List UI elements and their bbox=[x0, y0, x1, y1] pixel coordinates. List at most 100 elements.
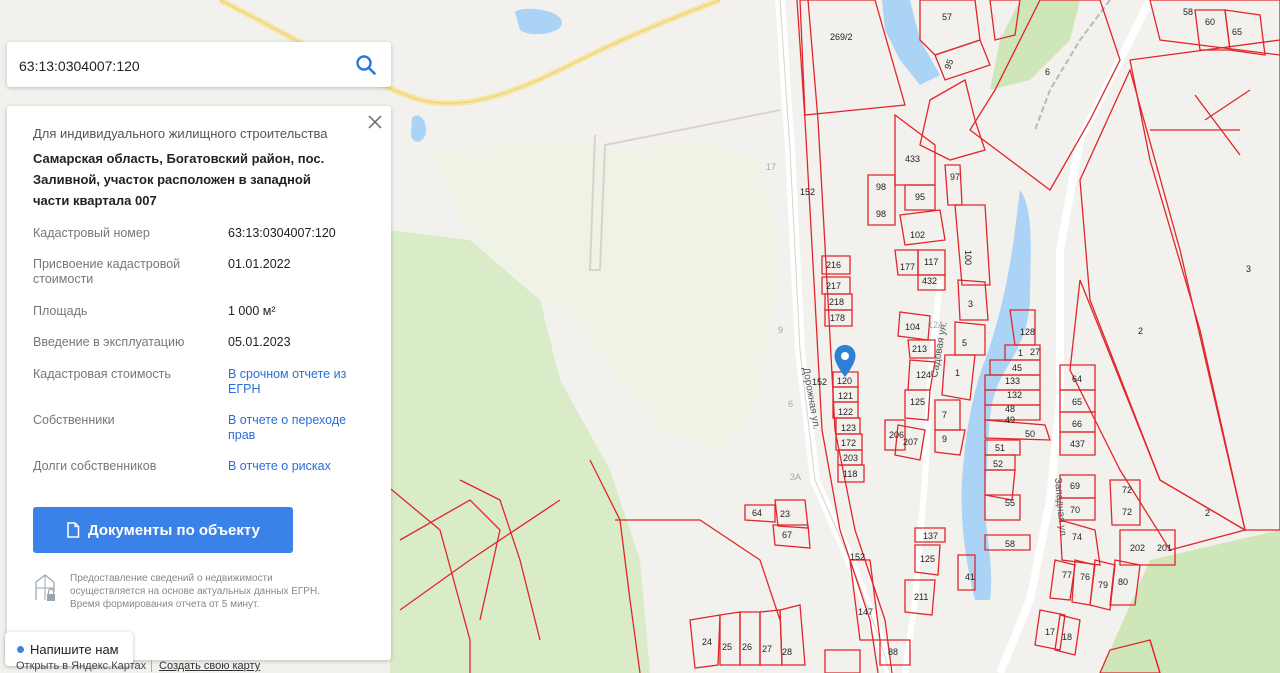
svg-text:64: 64 bbox=[1072, 374, 1082, 384]
chat-button-label: Напишите нам bbox=[30, 641, 119, 657]
svg-text:147: 147 bbox=[858, 607, 873, 617]
svg-text:70: 70 bbox=[1070, 505, 1080, 515]
svg-text:79: 79 bbox=[1098, 580, 1108, 590]
svg-text:177: 177 bbox=[900, 262, 915, 272]
info-label: Площадь bbox=[33, 304, 88, 318]
svg-text:97: 97 bbox=[950, 172, 960, 182]
svg-text:152: 152 bbox=[812, 377, 827, 387]
documents-button-label: Документы по объекту bbox=[88, 521, 260, 539]
svg-text:125: 125 bbox=[920, 554, 935, 564]
svg-text:50: 50 bbox=[1025, 429, 1035, 439]
svg-text:125: 125 bbox=[910, 397, 925, 407]
svg-text:118: 118 bbox=[843, 469, 857, 479]
svg-text:57: 57 bbox=[942, 12, 952, 22]
svg-text:12А: 12А bbox=[928, 320, 944, 330]
svg-text:9: 9 bbox=[942, 434, 947, 444]
svg-text:3: 3 bbox=[968, 299, 973, 309]
svg-text:72: 72 bbox=[1122, 507, 1132, 517]
info-label: Введение в эксплуатацию bbox=[33, 335, 185, 349]
owners-report-link[interactable]: В отчете о переходе прав bbox=[228, 413, 368, 443]
svg-text:17: 17 bbox=[766, 162, 776, 172]
svg-text:1: 1 bbox=[1018, 348, 1023, 358]
svg-text:128: 128 bbox=[1020, 327, 1035, 337]
svg-text:25: 25 bbox=[722, 642, 732, 652]
svg-text:3А: 3А bbox=[790, 472, 801, 482]
svg-text:27: 27 bbox=[1030, 347, 1040, 357]
svg-text:45: 45 bbox=[1012, 363, 1022, 373]
svg-text:123: 123 bbox=[841, 423, 856, 433]
info-label: Присвоение кадастровой стоимости bbox=[33, 257, 181, 286]
svg-text:3: 3 bbox=[1246, 264, 1251, 274]
create-map-link[interactable]: Создать свою карту bbox=[159, 660, 260, 672]
svg-text:5: 5 bbox=[962, 338, 967, 348]
svg-text:72: 72 bbox=[1122, 485, 1132, 495]
svg-text:152: 152 bbox=[850, 552, 865, 562]
svg-text:58: 58 bbox=[1005, 539, 1015, 549]
svg-text:51: 51 bbox=[995, 443, 1005, 453]
svg-text:48: 48 bbox=[1005, 404, 1015, 414]
svg-text:213: 213 bbox=[912, 344, 927, 354]
svg-text:26: 26 bbox=[742, 642, 752, 652]
svg-text:80: 80 bbox=[1118, 577, 1128, 587]
svg-text:217: 217 bbox=[826, 281, 841, 291]
open-in-yandex-link[interactable]: Открыть в Яндекс.Картах bbox=[16, 660, 146, 672]
documents-button[interactable]: Документы по объекту bbox=[33, 507, 293, 553]
data-source-note: Предоставление сведений о недвижимости о… bbox=[70, 573, 320, 610]
document-icon bbox=[67, 522, 80, 538]
info-label: Собственники bbox=[33, 413, 115, 427]
info-value: 05.01.2023 bbox=[228, 335, 291, 349]
svg-text:65: 65 bbox=[1232, 27, 1242, 37]
svg-text:172: 172 bbox=[841, 438, 856, 448]
close-icon[interactable] bbox=[367, 114, 383, 130]
search-icon[interactable] bbox=[355, 54, 377, 76]
svg-text:49: 49 bbox=[1005, 415, 1015, 425]
svg-text:102: 102 bbox=[910, 230, 925, 240]
svg-text:121: 121 bbox=[838, 391, 853, 401]
svg-text:7: 7 bbox=[942, 410, 947, 420]
parcel-purpose: Для индивидуального жилищного строительс… bbox=[33, 126, 328, 141]
location-pin-icon[interactable] bbox=[833, 344, 857, 378]
info-label: Кадастровый номер bbox=[33, 226, 150, 240]
search-input[interactable] bbox=[17, 52, 341, 79]
svg-text:433: 433 bbox=[905, 154, 920, 164]
svg-text:28: 28 bbox=[782, 647, 792, 657]
svg-text:132: 132 bbox=[1007, 390, 1022, 400]
svg-text:65: 65 bbox=[1072, 397, 1082, 407]
svg-text:52: 52 bbox=[993, 459, 1003, 469]
svg-text:95: 95 bbox=[915, 192, 925, 202]
svg-text:432: 432 bbox=[922, 276, 937, 286]
cadastral-value-report-link[interactable]: В срочном отчете из ЕГРН bbox=[228, 367, 368, 397]
svg-text:207: 207 bbox=[903, 437, 918, 447]
svg-text:117: 117 bbox=[924, 257, 938, 267]
svg-text:201: 201 bbox=[1157, 543, 1172, 553]
svg-text:17: 17 bbox=[1045, 627, 1055, 637]
svg-text:137: 137 bbox=[923, 531, 938, 541]
risks-report-link[interactable]: В отчете о рисках bbox=[228, 459, 368, 474]
svg-text:27: 27 bbox=[762, 644, 772, 654]
svg-text:58: 58 bbox=[1183, 7, 1193, 17]
svg-text:206: 206 bbox=[889, 430, 904, 440]
svg-text:69: 69 bbox=[1070, 481, 1080, 491]
svg-text:152: 152 bbox=[800, 187, 815, 197]
svg-text:66: 66 bbox=[1072, 419, 1082, 429]
svg-text:41: 41 bbox=[965, 572, 975, 582]
svg-text:60: 60 bbox=[1205, 17, 1215, 27]
info-label: Долги собственников bbox=[33, 459, 157, 473]
svg-text:133: 133 bbox=[1005, 376, 1020, 386]
svg-text:76: 76 bbox=[1080, 572, 1090, 582]
svg-text:24: 24 bbox=[702, 637, 712, 647]
chat-status-icon bbox=[17, 645, 24, 653]
parcel-info-card: Для индивидуального жилищного строительс… bbox=[7, 106, 391, 660]
svg-text:64: 64 bbox=[752, 508, 762, 518]
svg-text:269/2: 269/2 bbox=[830, 32, 853, 42]
info-value: 01.01.2022 bbox=[228, 257, 291, 271]
svg-text:77: 77 bbox=[1062, 570, 1072, 580]
svg-text:104: 104 bbox=[905, 322, 920, 332]
svg-text:211: 211 bbox=[914, 592, 928, 602]
svg-text:9: 9 bbox=[778, 325, 783, 335]
info-value: 1 000 м² bbox=[228, 304, 276, 318]
svg-text:122: 122 bbox=[838, 407, 853, 417]
info-label: Кадастровая стоимость bbox=[33, 367, 171, 381]
search-bar bbox=[7, 42, 391, 87]
svg-text:23: 23 bbox=[780, 509, 790, 519]
